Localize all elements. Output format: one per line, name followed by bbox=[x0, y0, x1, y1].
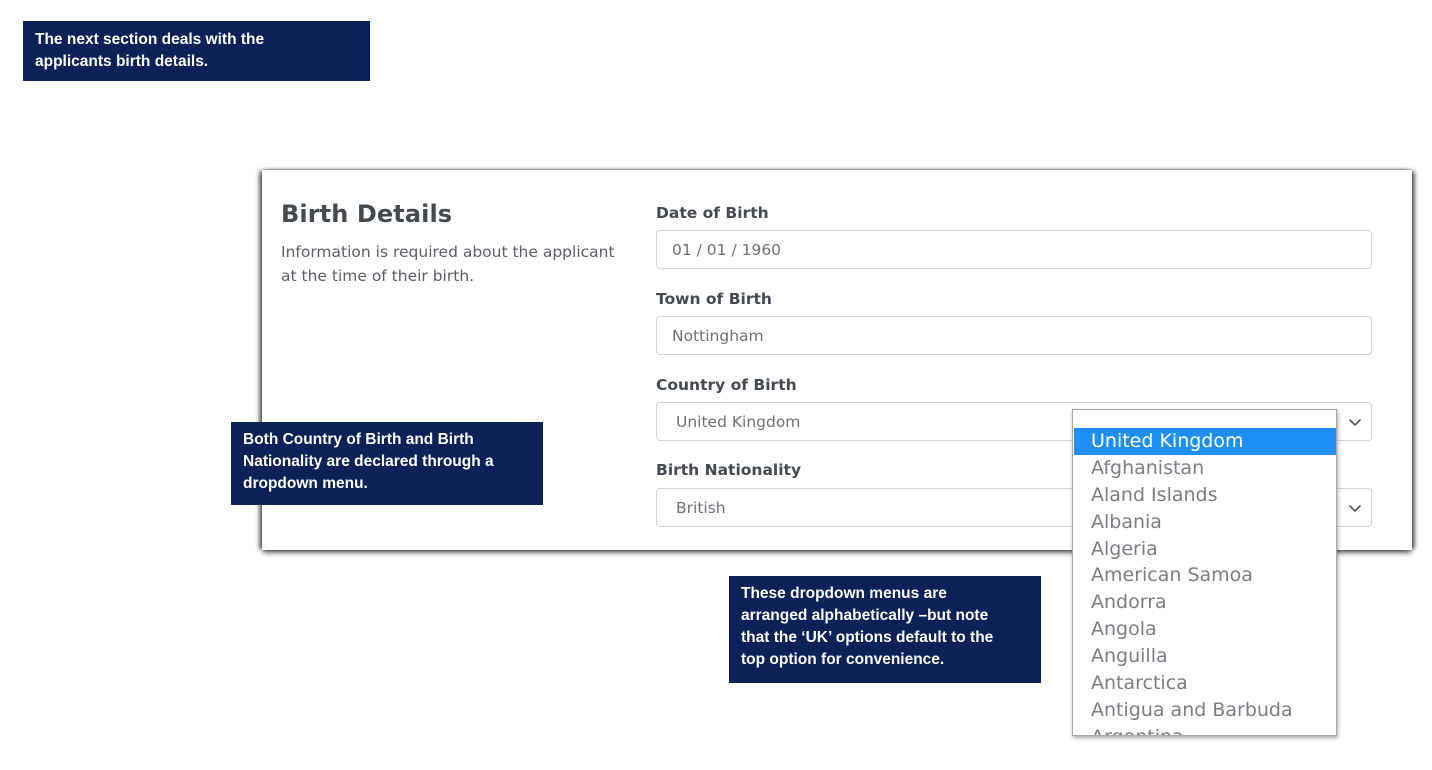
dropdown-option[interactable]: Afghanistan bbox=[1074, 455, 1336, 482]
chevron-down-icon bbox=[1349, 419, 1361, 426]
callout-alphabetical-note-line: arranged alphabetically –but note bbox=[741, 607, 989, 624]
date-of-birth-label: Date of Birth bbox=[656, 204, 769, 222]
section-description: Information is required about the applic… bbox=[281, 243, 615, 285]
callout-intro-line: applicants birth details. bbox=[35, 53, 209, 70]
dropdown-option[interactable]: Antarctica bbox=[1074, 670, 1336, 697]
dropdown-option[interactable]: Angola bbox=[1074, 616, 1336, 643]
dropdown-options: United Kingdom Afghanistan Aland Islands… bbox=[1074, 428, 1336, 735]
country-of-birth-value: United Kingdom bbox=[676, 413, 801, 431]
town-of-birth-label: Town of Birth bbox=[656, 290, 772, 308]
town-of-birth-value: Nottingham bbox=[672, 327, 764, 345]
dropdown-option[interactable]: Andorra bbox=[1074, 589, 1336, 616]
callout-alphabetical-note-line: top option for convenience. bbox=[741, 651, 945, 668]
callout-dropdown-note-line: dropdown menu. bbox=[243, 475, 368, 492]
dropdown-option[interactable]: Anguilla bbox=[1074, 643, 1336, 670]
dropdown-option[interactable]: Antigua and Barbuda bbox=[1074, 697, 1336, 724]
country-dropdown-list[interactable]: United Kingdom Afghanistan Aland Islands… bbox=[1072, 409, 1337, 736]
dropdown-option[interactable]: Algeria bbox=[1074, 536, 1336, 563]
birth-nationality-label: Birth Nationality bbox=[656, 461, 802, 479]
dropdown-option[interactable]: American Samoa bbox=[1074, 562, 1336, 589]
callout-alphabetical-note-line: These dropdown menus are bbox=[741, 585, 947, 602]
date-of-birth-input[interactable]: 01 / 01 / 1960 bbox=[656, 230, 1372, 269]
callout-alphabetical-note: These dropdown menus are arranged alphab… bbox=[729, 576, 1041, 683]
dropdown-option[interactable]: Albania bbox=[1074, 509, 1336, 536]
country-of-birth-label: Country of Birth bbox=[656, 376, 797, 394]
town-of-birth-input[interactable]: Nottingham bbox=[656, 316, 1372, 355]
dropdown-option[interactable]: Argentina bbox=[1074, 724, 1336, 735]
callout-dropdown-note: Both Country of Birth and Birth National… bbox=[231, 422, 543, 505]
date-of-birth-value: 01 / 01 / 1960 bbox=[672, 241, 782, 259]
callout-dropdown-note-line: Both Country of Birth and Birth bbox=[243, 431, 474, 448]
callout-dropdown-note-line: Nationality are declared through a bbox=[243, 453, 494, 470]
chevron-down-icon bbox=[1349, 505, 1361, 512]
callout-intro-line: The next section deals with the bbox=[35, 31, 265, 48]
callout-intro: The next section deals with the applican… bbox=[23, 21, 370, 81]
section-title: Birth Details bbox=[281, 200, 453, 228]
dropdown-option[interactable]: Aland Islands bbox=[1074, 482, 1336, 509]
dropdown-option[interactable]: United Kingdom bbox=[1074, 428, 1336, 455]
birth-nationality-value: British bbox=[676, 499, 726, 517]
callout-alphabetical-note-line: that the ‘UK’ options default to the bbox=[741, 629, 994, 646]
